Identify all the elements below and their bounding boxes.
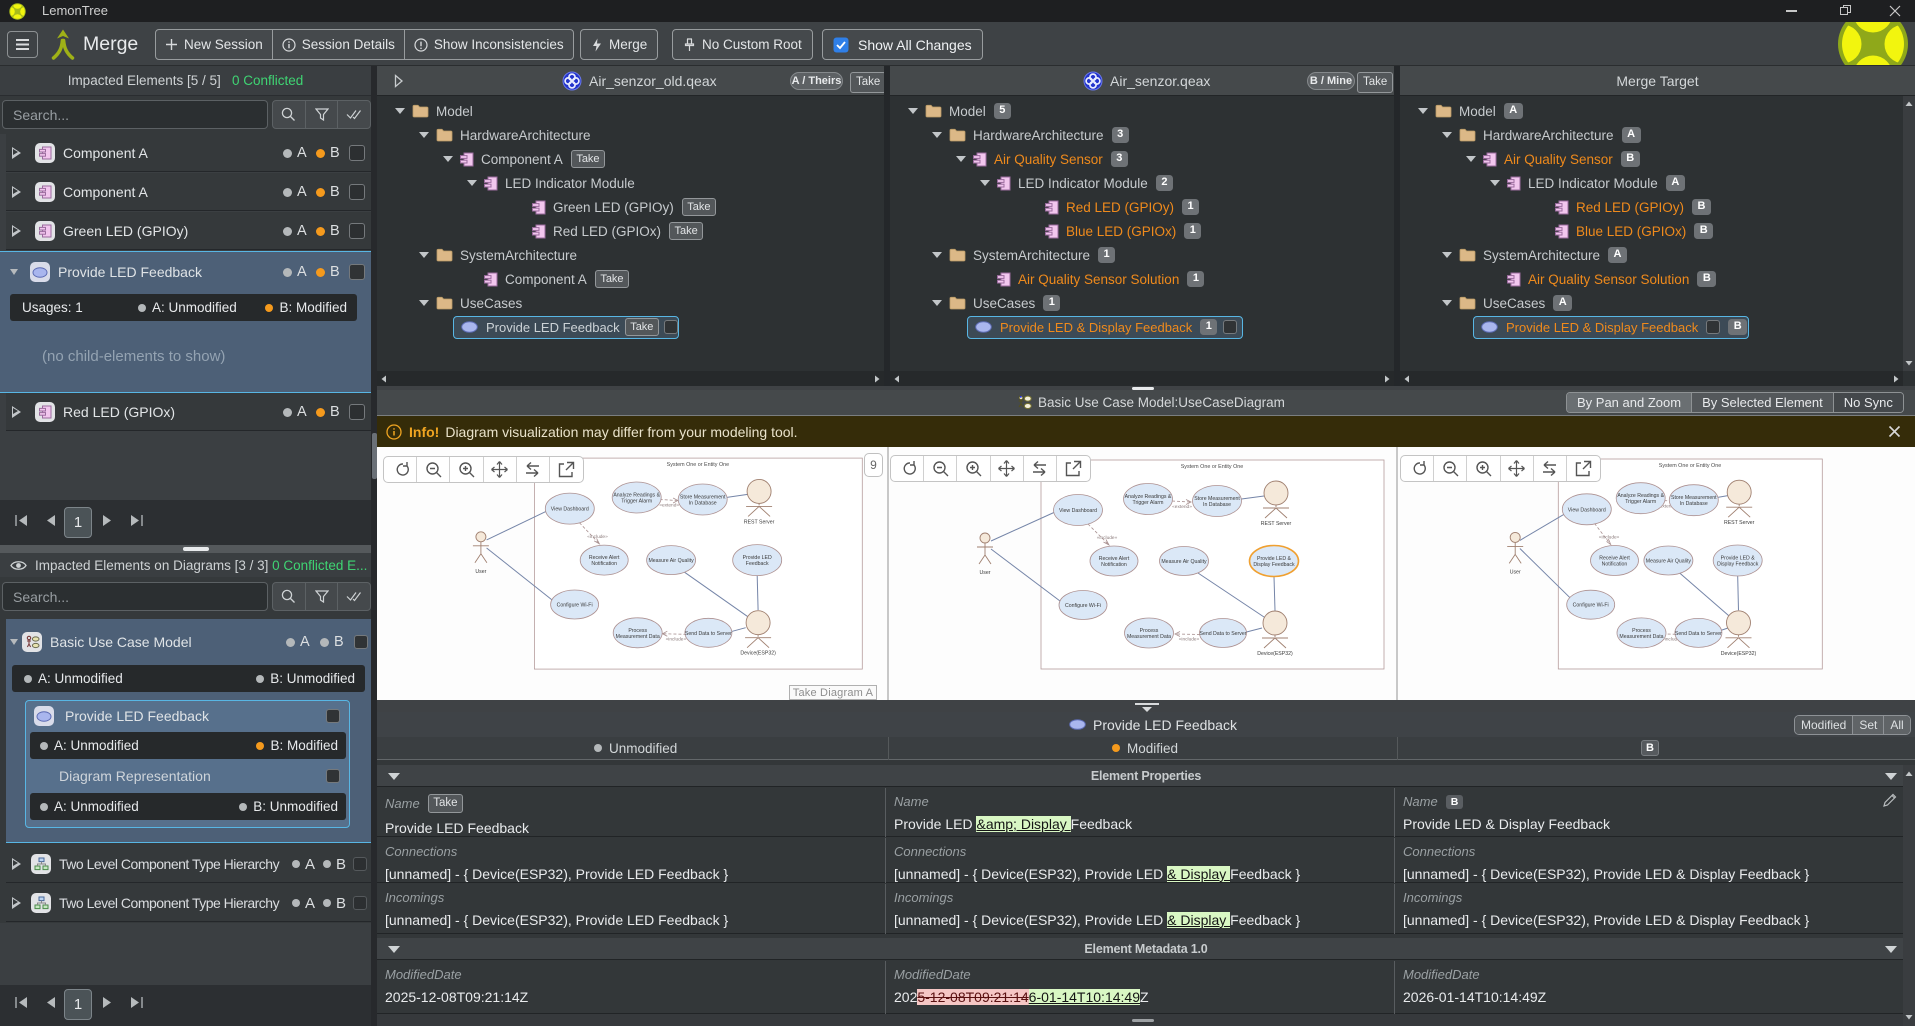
svg-text:User: User <box>475 569 486 575</box>
svg-text:In Database: In Database <box>1203 502 1231 508</box>
svg-text:User: User <box>1509 569 1520 575</box>
svg-text:In Database: In Database <box>688 500 716 506</box>
svg-text:Notification: Notification <box>1601 561 1627 567</box>
svg-text:Device(ESP32): Device(ESP32) <box>1720 651 1756 657</box>
svg-text:Trigger Alarm: Trigger Alarm <box>1133 500 1164 506</box>
svg-text:Send Data to Server: Send Data to Server <box>1199 631 1246 637</box>
svg-text:«include»: «include» <box>1179 637 1200 643</box>
svg-text:Send Data to Server: Send Data to Server <box>684 631 731 637</box>
svg-text:Feedback: Feedback <box>745 561 768 567</box>
svg-text:Measure Air Quality: Measure Air Quality <box>648 558 694 564</box>
svg-text:Send Data to Server: Send Data to Server <box>1674 631 1721 637</box>
svg-text:Display Feedback: Display Feedback <box>1717 561 1759 567</box>
svg-text:Device(ESP32): Device(ESP32) <box>740 651 776 657</box>
svg-text:View Dashboard: View Dashboard <box>1059 508 1097 514</box>
svg-text:«include»: «include» <box>1097 535 1118 541</box>
svg-text:REST Server: REST Server <box>743 519 774 525</box>
svg-text:System One or Entity One: System One or Entity One <box>1181 464 1244 470</box>
svg-text:In Database: In Database <box>1679 501 1707 507</box>
svg-text:Configure Wi-Fi: Configure Wi-Fi <box>1572 603 1608 609</box>
svg-text:Measurement Data: Measurement Data <box>1127 634 1171 640</box>
svg-text:Configure Wi-Fi: Configure Wi-Fi <box>556 602 592 608</box>
svg-text:Configure Wi-Fi: Configure Wi-Fi <box>1065 603 1101 609</box>
svg-text:«include»: «include» <box>665 636 686 642</box>
svg-text:System One or Entity One: System One or Entity One <box>666 462 728 468</box>
svg-text:«extend»: «extend» <box>1172 504 1192 510</box>
svg-text:Device(ESP32): Device(ESP32) <box>1257 651 1293 657</box>
svg-text:Measure Air Quality: Measure Air Quality <box>1161 559 1207 565</box>
svg-text:Measurement Data: Measurement Data <box>615 634 659 640</box>
svg-text:View Dashboard: View Dashboard <box>1567 507 1605 513</box>
svg-text:Trigger Alarm: Trigger Alarm <box>621 498 652 504</box>
svg-text:«include»: «include» <box>587 534 608 540</box>
svg-text:Notification: Notification <box>1101 562 1127 568</box>
svg-text:Notification: Notification <box>591 561 617 567</box>
svg-text:«extend»: «extend» <box>659 502 679 508</box>
svg-text:REST Server: REST Server <box>1261 521 1292 527</box>
svg-text:System One or Entity One: System One or Entity One <box>1658 463 1720 469</box>
svg-text:Measure Air Quality: Measure Air Quality <box>1645 558 1691 564</box>
svg-text:View Dashboard: View Dashboard <box>550 506 588 512</box>
svg-text:Measurement Data: Measurement Data <box>1619 634 1663 640</box>
svg-text:Display Feedback: Display Feedback <box>1253 562 1295 568</box>
svg-text:Trigger Alarm: Trigger Alarm <box>1625 499 1656 505</box>
svg-text:REST Server: REST Server <box>1724 520 1755 526</box>
svg-text:«include»: «include» <box>1598 534 1619 540</box>
svg-text:User: User <box>980 570 991 576</box>
